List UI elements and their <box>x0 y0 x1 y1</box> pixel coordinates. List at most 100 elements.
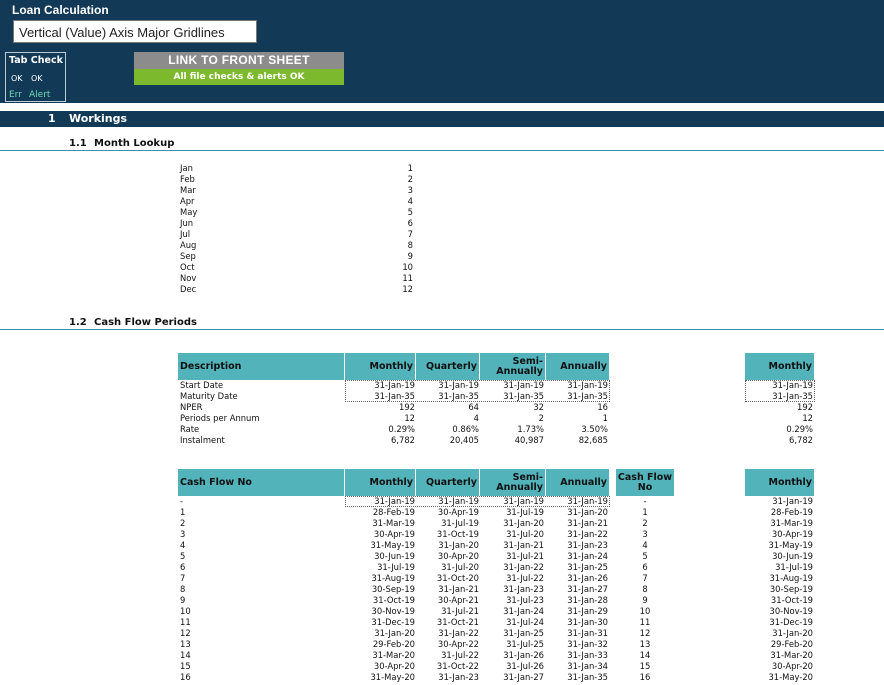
month-name: Nov <box>180 273 197 283</box>
t2-cash-flow-no-2: 9 <box>642 595 648 605</box>
t2-cash-flow-no: 2 <box>180 518 186 528</box>
subsection-divider <box>0 150 884 151</box>
t2-cash-flow-no: 1 <box>180 507 186 517</box>
t2-cash-flow-no: 5 <box>180 551 186 561</box>
t2-annually: 31-Jan-25 <box>567 562 608 572</box>
t2-quarterly: 31-Jul-19 <box>441 518 479 528</box>
month-number: 3 <box>407 185 413 195</box>
month-number: 6 <box>407 218 413 228</box>
t2-header-cash-flow-no: Cash Flow No <box>178 469 344 496</box>
t2-monthly: 31-Mar-20 <box>372 650 415 660</box>
t2-side-monthly: 31-Aug-19 <box>769 573 813 583</box>
t2-semi-annually: 31-Jul-19 <box>506 507 544 517</box>
t2-cash-flow-no: 14 <box>180 650 191 660</box>
t2-semi-annually: 31-Jan-21 <box>503 540 544 550</box>
chart-element-tooltip: Vertical (Value) Axis Major Gridlines <box>13 20 257 43</box>
t2-side-monthly: 29-Feb-20 <box>770 639 813 649</box>
t2-cash-flow-no-2: 14 <box>639 650 651 660</box>
month-name: May <box>180 207 198 217</box>
t2-monthly: 30-Nov-19 <box>371 606 415 616</box>
tab-check-alert: Alert <box>29 90 51 100</box>
t2-cash-flow-no: 10 <box>180 606 191 616</box>
month-number: 5 <box>407 207 413 217</box>
t2-annually: 31-Jan-28 <box>567 595 608 605</box>
t2-cash-flow-no: 6 <box>180 562 186 572</box>
t2-cash-flow-no: - <box>180 496 184 506</box>
t2-cash-flow-no-2: 12 <box>639 628 651 638</box>
t2-semi-annually: 31-Jan-20 <box>503 518 544 528</box>
t1-side-cell: 31-Jan-19 <box>772 380 813 390</box>
t2-side-monthly: 31-Oct-19 <box>770 595 813 605</box>
t2-annually: 31-Jan-27 <box>567 584 608 594</box>
t2-side-header-monthly: Monthly <box>745 469 814 496</box>
month-name: Dec <box>180 284 197 294</box>
t2-quarterly: 31-Jan-21 <box>438 584 479 594</box>
t2-cash-flow-no: 4 <box>180 540 186 550</box>
t1-side-cell: 0.29% <box>786 424 813 434</box>
t2-cash-flow-no-2: 3 <box>642 529 648 539</box>
t2-semi-annually: 31-Jul-26 <box>506 661 544 671</box>
section-title: Workings <box>69 112 128 125</box>
t2-annually: 31-Jan-26 <box>567 573 608 583</box>
t2-monthly: 31-Jan-19 <box>374 496 415 506</box>
t2-semi-annually: 31-Jan-24 <box>503 606 544 616</box>
t2-annually: 31-Jan-33 <box>567 650 608 660</box>
tab-check-ok-1: OK <box>11 74 23 83</box>
t2-cash-flow-no-2: 13 <box>639 639 651 649</box>
t2-side-monthly: 31-Dec-19 <box>769 617 813 627</box>
t1-cell: 31-Jan-35 <box>438 391 479 401</box>
t1-cell: 12 <box>404 413 415 423</box>
month-number: 7 <box>407 229 413 239</box>
tab-check-label: Tab Check <box>9 55 63 66</box>
t2-annually: 31-Jan-20 <box>567 507 608 517</box>
section-number: 1 <box>48 112 56 125</box>
month-name: Aug <box>180 240 197 250</box>
sheet-title: Loan Calculation <box>12 3 109 17</box>
month-name: Feb <box>180 174 195 184</box>
t1-cell: 20,405 <box>449 435 479 445</box>
t1-row-label: NPER <box>180 402 203 412</box>
t2-annually: 31-Jan-35 <box>567 672 608 682</box>
month-number: 12 <box>402 284 413 294</box>
t2-side-monthly: 30-Apr-19 <box>771 529 813 539</box>
month-name: Mar <box>180 185 196 195</box>
t2-quarterly: 31-Jul-21 <box>441 606 479 616</box>
t2-side-monthly: 30-Apr-20 <box>771 661 813 671</box>
t1-cell: 31-Jan-35 <box>503 391 544 401</box>
link-to-front-sheet-button[interactable]: LINK TO FRONT SHEET <box>134 52 344 69</box>
t1-cell: 31-Jan-19 <box>374 380 415 390</box>
month-name: Jul <box>180 229 191 239</box>
t2-annually: 31-Jan-34 <box>567 661 608 671</box>
t2-annually: 31-Jan-29 <box>567 606 608 616</box>
t2-monthly: 31-Dec-19 <box>371 617 415 627</box>
t2-monthly: 31-Oct-19 <box>372 595 415 605</box>
t2-cash-flow-no-2: 8 <box>642 584 648 594</box>
subsection-divider <box>0 329 884 330</box>
subsection-title-month-lookup: Month Lookup <box>94 138 175 149</box>
t2-side-monthly: 30-Jun-19 <box>772 551 813 561</box>
t2-quarterly: 31-Jan-19 <box>438 496 479 506</box>
month-number: 11 <box>402 273 413 283</box>
t2-cash-flow-no-2: 7 <box>642 573 648 583</box>
t1-cell: 64 <box>468 402 479 412</box>
t1-cell: 32 <box>533 402 544 412</box>
t1-cell: 16 <box>597 402 608 412</box>
t1-cell: 40,987 <box>514 435 544 445</box>
month-name: Jun <box>180 218 194 228</box>
t2-semi-annually: 31-Jul-24 <box>506 617 544 627</box>
t2-monthly: 31-Aug-19 <box>371 573 415 583</box>
t1-cell: 31-Jan-35 <box>567 391 608 401</box>
t2-quarterly: 30-Apr-22 <box>437 639 479 649</box>
t2-quarterly: 31-Oct-22 <box>436 661 479 671</box>
subsection-number-1-1: 1.1 <box>69 138 87 149</box>
checks-status-bar: All file checks & alerts OK <box>134 69 344 85</box>
month-name: Sep <box>180 251 196 261</box>
t2-cash-flow-no-2: 11 <box>639 617 651 627</box>
t2-quarterly: 31-Jul-22 <box>441 650 479 660</box>
t2-cash-flow-no: 16 <box>180 672 191 682</box>
t2-annually: 31-Jan-19 <box>567 496 608 506</box>
month-number: 10 <box>402 262 413 272</box>
t2-semi-annually: 31-Jan-23 <box>503 584 544 594</box>
t2-quarterly: 30-Apr-19 <box>437 507 479 517</box>
t2-semi-annually: 31-Jan-26 <box>503 650 544 660</box>
